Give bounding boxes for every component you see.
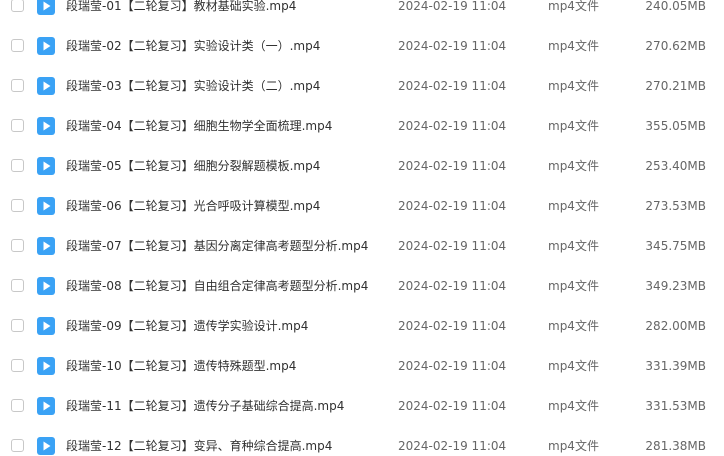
file-type: mp4文件	[548, 359, 599, 373]
file-row[interactable]: 段瑞莹-12【二轮复习】变异、育种综合提高.mp4 2024-02-19 11:…	[0, 426, 724, 456]
row-checkbox[interactable]	[11, 399, 24, 412]
file-name[interactable]: 段瑞莹-10【二轮复习】遗传特殊题型.mp4	[66, 358, 296, 374]
file-row[interactable]: 段瑞莹-05【二轮复习】细胞分裂解题模板.mp4 2024-02-19 11:0…	[0, 146, 724, 186]
file-list: 段瑞莹-01【二轮复习】教材基础实验.mp4 2024-02-19 11:04 …	[0, 0, 724, 456]
file-date: 2024-02-19 11:04	[398, 319, 507, 333]
file-date: 2024-02-19 11:04	[398, 439, 507, 453]
video-file-icon[interactable]	[37, 197, 55, 215]
row-checkbox[interactable]	[11, 0, 24, 12]
file-type: mp4文件	[548, 239, 599, 253]
file-row[interactable]: 段瑞莹-11【二轮复习】遗传分子基础综合提高.mp4 2024-02-19 11…	[0, 386, 724, 426]
file-row[interactable]: 段瑞莹-04【二轮复习】细胞生物学全面梳理.mp4 2024-02-19 11:…	[0, 106, 724, 146]
file-type: mp4文件	[548, 79, 599, 93]
video-file-icon[interactable]	[37, 317, 55, 335]
row-checkbox[interactable]	[11, 239, 24, 252]
file-date: 2024-02-19 11:04	[398, 359, 507, 373]
file-date: 2024-02-19 11:04	[398, 239, 507, 253]
file-type: mp4文件	[548, 319, 599, 333]
row-checkbox[interactable]	[11, 279, 24, 292]
video-file-icon[interactable]	[37, 397, 55, 415]
file-name[interactable]: 段瑞莹-11【二轮复习】遗传分子基础综合提高.mp4	[66, 398, 344, 414]
file-type: mp4文件	[548, 159, 599, 173]
file-date: 2024-02-19 11:04	[398, 0, 507, 13]
file-size: 270.21MB	[645, 79, 706, 93]
row-checkbox[interactable]	[11, 319, 24, 332]
row-checkbox[interactable]	[11, 119, 24, 132]
video-file-icon[interactable]	[37, 437, 55, 455]
file-row[interactable]: 段瑞莹-08【二轮复习】自由组合定律高考题型分析.mp4 2024-02-19 …	[0, 266, 724, 306]
file-type: mp4文件	[548, 399, 599, 413]
row-checkbox[interactable]	[11, 359, 24, 372]
file-date: 2024-02-19 11:04	[398, 79, 507, 93]
video-file-icon[interactable]	[37, 157, 55, 175]
file-date: 2024-02-19 11:04	[398, 279, 507, 293]
video-file-icon[interactable]	[37, 357, 55, 375]
file-row[interactable]: 段瑞莹-10【二轮复习】遗传特殊题型.mp4 2024-02-19 11:04 …	[0, 346, 724, 386]
file-date: 2024-02-19 11:04	[398, 399, 507, 413]
file-size: 331.53MB	[645, 399, 706, 413]
video-file-icon[interactable]	[37, 237, 55, 255]
file-name[interactable]: 段瑞莹-05【二轮复习】细胞分裂解题模板.mp4	[66, 158, 320, 174]
row-checkbox[interactable]	[11, 199, 24, 212]
file-name[interactable]: 段瑞莹-07【二轮复习】基因分离定律高考题型分析.mp4	[66, 238, 368, 254]
file-name[interactable]: 段瑞莹-01【二轮复习】教材基础实验.mp4	[66, 0, 296, 14]
file-size: 349.23MB	[645, 279, 706, 293]
file-date: 2024-02-19 11:04	[398, 119, 507, 133]
video-file-icon[interactable]	[37, 117, 55, 135]
file-row[interactable]: 段瑞莹-07【二轮复习】基因分离定律高考题型分析.mp4 2024-02-19 …	[0, 226, 724, 266]
file-row[interactable]: 段瑞莹-02【二轮复习】实验设计类（一）.mp4 2024-02-19 11:0…	[0, 26, 724, 66]
video-file-icon[interactable]	[37, 277, 55, 295]
row-checkbox[interactable]	[11, 39, 24, 52]
row-checkbox[interactable]	[11, 79, 24, 92]
file-size: 355.05MB	[645, 119, 706, 133]
video-file-icon[interactable]	[37, 0, 55, 15]
file-type: mp4文件	[548, 199, 599, 213]
file-type: mp4文件	[548, 119, 599, 133]
row-checkbox[interactable]	[11, 439, 24, 452]
file-type: mp4文件	[548, 439, 599, 453]
row-checkbox[interactable]	[11, 159, 24, 172]
file-size: 331.39MB	[645, 359, 706, 373]
file-date: 2024-02-19 11:04	[398, 199, 507, 213]
file-name[interactable]: 段瑞莹-12【二轮复习】变异、育种综合提高.mp4	[66, 438, 332, 454]
file-row[interactable]: 段瑞莹-03【二轮复习】实验设计类（二）.mp4 2024-02-19 11:0…	[0, 66, 724, 106]
file-type: mp4文件	[548, 39, 599, 53]
file-date: 2024-02-19 11:04	[398, 39, 507, 53]
file-date: 2024-02-19 11:04	[398, 159, 507, 173]
file-name[interactable]: 段瑞莹-09【二轮复习】遗传学实验设计.mp4	[66, 318, 308, 334]
file-size: 345.75MB	[645, 239, 706, 253]
video-file-icon[interactable]	[37, 37, 55, 55]
file-name[interactable]: 段瑞莹-04【二轮复习】细胞生物学全面梳理.mp4	[66, 118, 332, 134]
file-name[interactable]: 段瑞莹-03【二轮复习】实验设计类（二）.mp4	[66, 78, 320, 94]
file-name[interactable]: 段瑞莹-02【二轮复习】实验设计类（一）.mp4	[66, 38, 320, 54]
file-name[interactable]: 段瑞莹-08【二轮复习】自由组合定律高考题型分析.mp4	[66, 278, 368, 294]
file-size: 270.62MB	[645, 39, 706, 53]
file-size: 281.38MB	[645, 439, 706, 453]
file-size: 282.00MB	[645, 319, 706, 333]
file-size: 253.40MB	[645, 159, 706, 173]
file-type: mp4文件	[548, 0, 599, 13]
file-row[interactable]: 段瑞莹-06【二轮复习】光合呼吸计算模型.mp4 2024-02-19 11:0…	[0, 186, 724, 226]
file-size: 240.05MB	[645, 0, 706, 13]
file-type: mp4文件	[548, 279, 599, 293]
file-size: 273.53MB	[645, 199, 706, 213]
file-row[interactable]: 段瑞莹-09【二轮复习】遗传学实验设计.mp4 2024-02-19 11:04…	[0, 306, 724, 346]
video-file-icon[interactable]	[37, 77, 55, 95]
file-row[interactable]: 段瑞莹-01【二轮复习】教材基础实验.mp4 2024-02-19 11:04 …	[0, 0, 724, 26]
file-rows: 段瑞莹-01【二轮复习】教材基础实验.mp4 2024-02-19 11:04 …	[0, 0, 724, 456]
file-name[interactable]: 段瑞莹-06【二轮复习】光合呼吸计算模型.mp4	[66, 198, 320, 214]
